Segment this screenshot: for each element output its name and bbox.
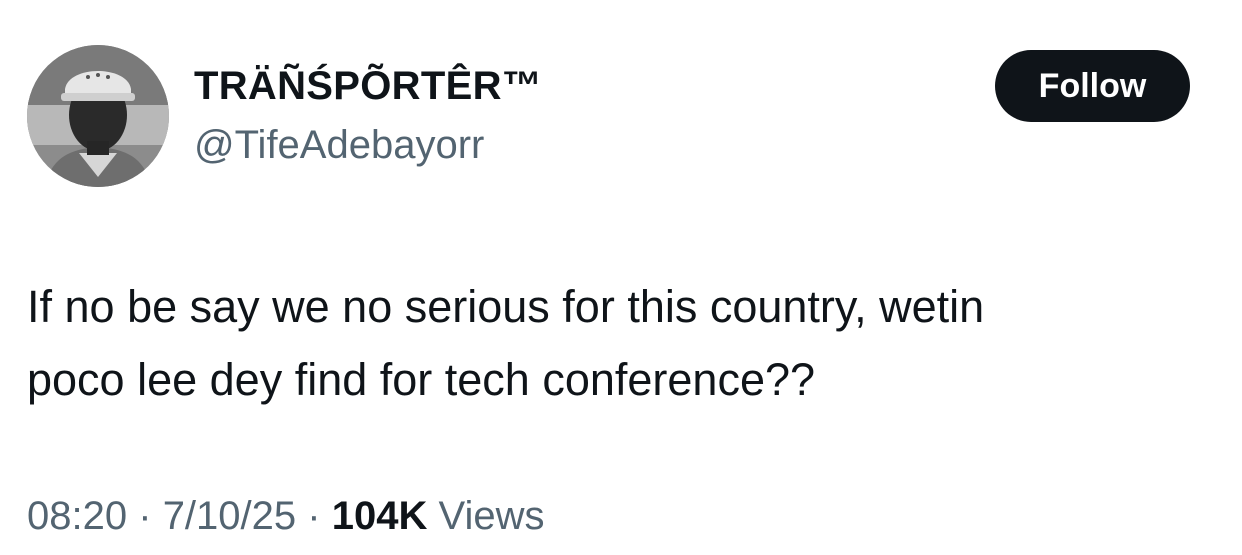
tweet-text: If no be say we no serious for this coun… — [27, 270, 1217, 416]
tweet-card: TRÄÑŚPÕRTÊR™ @TifeAdebayorr Follow If no… — [0, 0, 1242, 555]
tweet-text-line: If no be say we no serious for this coun… — [27, 281, 985, 332]
display-name[interactable]: TRÄÑŚPÕRTÊR™ — [194, 60, 542, 112]
meta-separator: · — [138, 494, 152, 538]
tweet-text-line: poco lee dey find for tech conference?? — [27, 354, 816, 405]
tweet-time[interactable]: 08:20 — [27, 494, 127, 538]
tweet-date[interactable]: 7/10/25 — [163, 494, 296, 538]
views-count[interactable]: 104K — [332, 494, 428, 538]
tweet-meta: 08:20 · 7/10/25 · 104K Views — [27, 488, 544, 544]
views-label: Views — [438, 494, 545, 538]
meta-separator: · — [307, 494, 321, 538]
avatar-image — [27, 45, 169, 187]
follow-button[interactable]: Follow — [995, 50, 1190, 122]
user-handle[interactable]: @TifeAdebayorr — [194, 119, 484, 171]
avatar[interactable] — [27, 45, 169, 187]
